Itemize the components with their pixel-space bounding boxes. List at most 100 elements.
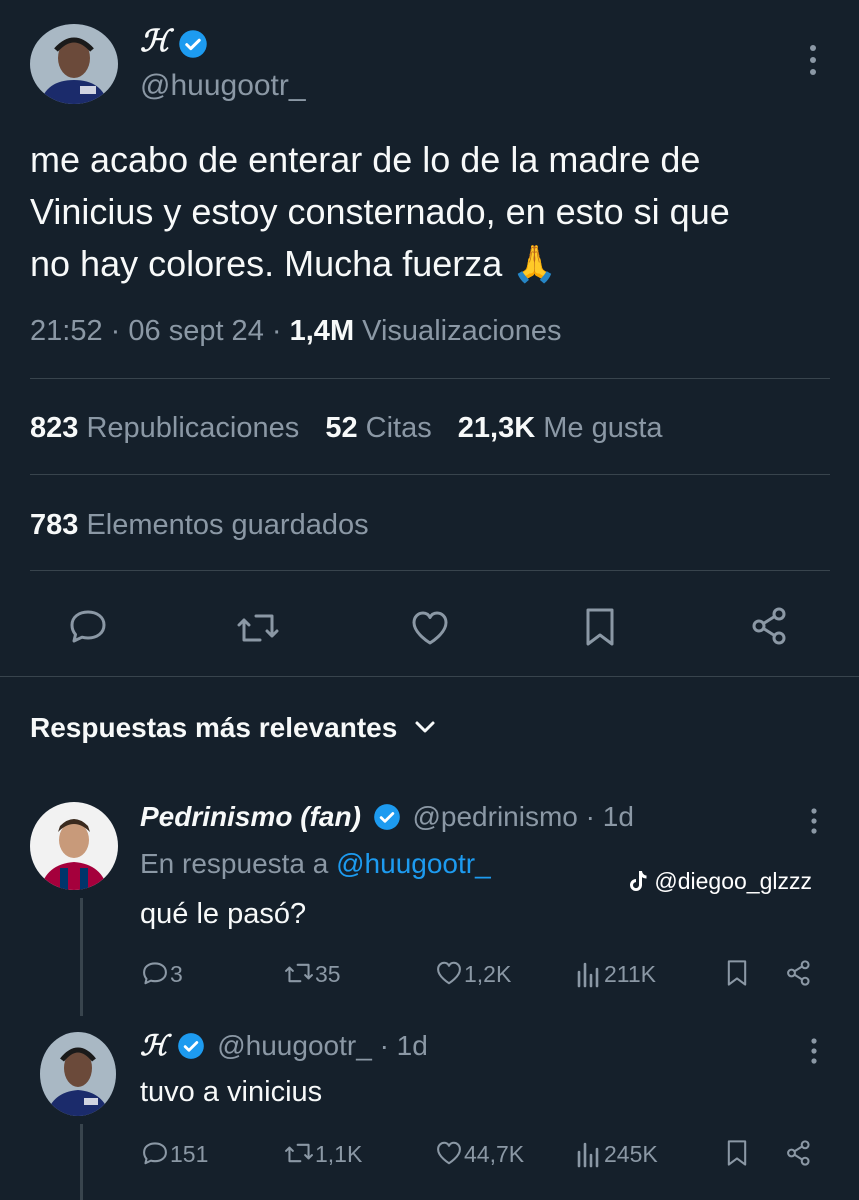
tiktok-icon [630, 871, 647, 891]
author-avatar[interactable] [30, 24, 118, 104]
in-reply-to-prefix: En respuesta a [140, 848, 329, 879]
reply-action-views[interactable]: 245K [576, 1138, 658, 1168]
tweet-text-line: Vinicius y estoy consternado, en esto si… [30, 191, 730, 232]
reposts-count: 823 [30, 412, 79, 444]
reply-header: Pedrinismo (fan) @pedrinismo · 1d [140, 801, 634, 833]
more-options-icon[interactable] [800, 42, 826, 78]
reply-action-views[interactable]: 211K [576, 958, 656, 988]
reply-age[interactable]: · 1d [380, 1030, 428, 1061]
repost-icon [285, 963, 313, 983]
reply-text: tuvo a vinicius [140, 1076, 323, 1108]
like-count: 1,2K [464, 961, 512, 987]
likes-stat[interactable]: 21,3K Me gusta [458, 412, 663, 444]
repost-button[interactable] [236, 606, 280, 650]
reply-count: 151 [170, 1141, 209, 1167]
verified-badge-icon [178, 29, 208, 59]
reposts-label: Republicaciones [86, 412, 300, 444]
repost-icon [285, 1143, 313, 1163]
reply-header: ℋ @huugootr_ · 1d [140, 1029, 428, 1062]
bookmarks-label: Elementos guardados [86, 509, 369, 541]
likes-label: Me gusta [543, 412, 663, 444]
tweet-text-line: me acabo de enterar de lo de la madre de [30, 139, 701, 180]
reply-action-reply[interactable]: 3 [140, 958, 183, 988]
reply-age[interactable]: · 1d [586, 801, 634, 832]
repost-count: 1,1K [315, 1141, 363, 1167]
tweet-date[interactable]: 06 sept 24 [128, 315, 263, 347]
views-count: 1,4M [289, 315, 355, 347]
quotes-stat[interactable]: 52 Citas [325, 412, 439, 444]
reply-action-bookmark[interactable] [722, 957, 752, 994]
tweet-text-line: no hay colores. Mucha fuerza 🙏 [30, 243, 558, 284]
reply-action-share[interactable] [784, 1137, 814, 1174]
watermark-text: @diegoo_glzzz [654, 868, 812, 894]
more-options-icon[interactable] [804, 1036, 824, 1066]
heart-icon [412, 611, 448, 645]
meta-separator: · [110, 315, 121, 347]
view-count: 245K [604, 1141, 658, 1167]
tweet-text: me acabo de enterar de lo de la madre de… [30, 134, 730, 290]
divider [30, 570, 830, 571]
replies-sort-label: Respuestas más relevantes [30, 712, 398, 743]
reply-author-name[interactable]: ℋ [140, 1029, 168, 1062]
more-options-icon[interactable] [804, 806, 824, 836]
stats-row: 823 Republicaciones 52 Citas 21,3K Me gu… [30, 412, 663, 445]
reply-action-share[interactable] [784, 957, 814, 994]
reply-action-repost[interactable]: 35 [283, 958, 341, 988]
in-reply-to: En respuesta a @huugootr_ [140, 848, 491, 880]
reply-action-bookmark[interactable] [722, 1137, 752, 1174]
views-label: Visualizaciones [362, 315, 562, 347]
quotes-label: Citas [365, 412, 432, 444]
reply-button[interactable] [66, 604, 110, 648]
reply-author-handle[interactable]: @pedrinismo [412, 801, 577, 832]
reply-icon [70, 610, 106, 643]
reply-author-handle[interactable]: @huugootr_ [217, 1030, 372, 1061]
replies-sort-button[interactable]: Respuestas más relevantes [30, 712, 438, 744]
bookmark-icon [586, 608, 614, 646]
like-button[interactable] [408, 606, 452, 650]
meta-separator: · [271, 315, 282, 347]
thread-line [80, 1124, 83, 1200]
share-icon [787, 960, 810, 986]
view-count: 211K [604, 961, 657, 987]
share-icon [787, 1140, 810, 1166]
analytics-icon [577, 1142, 599, 1168]
repost-icon [237, 614, 279, 642]
tweet-time[interactable]: 21:52 [30, 315, 103, 347]
divider [30, 474, 830, 475]
section-divider [0, 676, 859, 677]
quotes-count: 52 [325, 412, 358, 444]
reply-action-reply[interactable]: 151 [140, 1138, 208, 1168]
likes-count: 21,3K [457, 412, 536, 444]
verified-badge-icon [373, 804, 400, 830]
reply-icon [143, 962, 167, 985]
bookmarks-count: 783 [30, 509, 79, 541]
bookmark-button[interactable] [578, 605, 622, 649]
author-handle[interactable]: @huugootr_ [140, 69, 306, 103]
analytics-icon [577, 962, 599, 988]
reply-action-like[interactable]: 1,2K [434, 958, 511, 988]
bookmarks-stat[interactable]: 783 Elementos guardados [30, 509, 369, 542]
reposts-stat[interactable]: 823 Republicaciones [30, 412, 307, 444]
reply-author-name[interactable]: Pedrinismo (fan) [140, 801, 361, 832]
author-name[interactable]: ℋ [140, 24, 170, 59]
heart-icon [437, 1141, 461, 1165]
like-count: 44,7K [464, 1141, 525, 1167]
heart-icon [437, 961, 461, 985]
in-reply-to-link[interactable]: @huugootr_ [336, 848, 491, 879]
divider [30, 378, 830, 379]
reply-count: 3 [170, 961, 183, 987]
repost-count: 35 [315, 961, 341, 987]
reply-avatar[interactable] [40, 1032, 116, 1116]
share-icon [752, 607, 786, 645]
bookmark-icon [727, 960, 747, 986]
reply-icon [143, 1142, 167, 1165]
reply-avatar[interactable] [30, 802, 118, 890]
reply-text: qué le pasó? [140, 898, 307, 930]
verified-badge-icon [178, 1033, 205, 1059]
share-button[interactable] [748, 604, 792, 648]
watermark: @diegoo_glzzz [628, 868, 812, 895]
chevron-down-icon [415, 721, 435, 733]
reply-action-repost[interactable]: 1,1K [283, 1138, 362, 1168]
bookmark-icon [727, 1140, 747, 1166]
reply-action-like[interactable]: 44,7K [434, 1138, 524, 1168]
